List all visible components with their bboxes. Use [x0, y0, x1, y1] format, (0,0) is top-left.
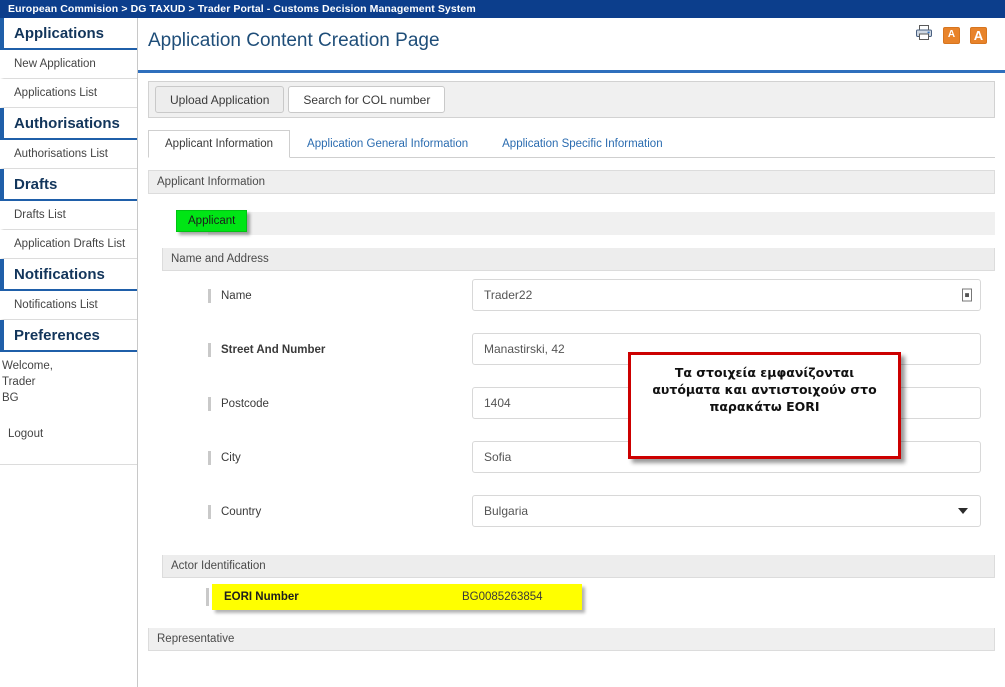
welcome-user-country: BG	[2, 392, 19, 404]
sidebar-item-authorisations-list[interactable]: Authorisations List	[0, 140, 137, 169]
tab-bar: Applicant Information Application Genera…	[148, 128, 995, 158]
eori-number-value: BG0085263854	[462, 591, 543, 603]
eori-tick-mark	[206, 588, 209, 606]
main-content: Application Content Creation Page A A Up…	[138, 18, 1005, 687]
input-postcode-value: 1404	[484, 396, 511, 410]
welcome-greeting: Welcome,	[2, 360, 53, 372]
sidebar-item-applications-list[interactable]: Applications List	[0, 79, 137, 108]
tab-application-specific-information[interactable]: Application Specific Information	[485, 130, 679, 158]
sidebar-divider	[0, 464, 137, 465]
input-city-value: Sofia	[484, 450, 512, 464]
input-name-value: Trader22	[484, 288, 533, 302]
sidebar-item-drafts-list[interactable]: Drafts List	[0, 201, 137, 230]
upload-application-button[interactable]: Upload Application	[155, 86, 285, 113]
sidebar-heading-drafts: Drafts	[0, 169, 137, 201]
font-increase-icon[interactable]: A	[970, 26, 987, 44]
field-label-country: Country	[208, 505, 261, 519]
chevron-down-icon[interactable]	[958, 508, 968, 514]
field-country: Country Bulgaria	[148, 487, 995, 541]
applicant-strip	[208, 212, 995, 235]
sidebar-heading-preferences: Preferences	[0, 320, 137, 352]
header-icon-group: A A	[915, 24, 987, 46]
form-panel: Applicant Information Applicant Name and…	[148, 170, 995, 651]
section-header-actor-identification: Actor Identification	[162, 555, 995, 578]
section-header-applicant-information: Applicant Information	[148, 170, 995, 194]
sidebar: Applications New Application Application…	[0, 18, 138, 687]
field-label-city: City	[208, 451, 241, 465]
section-header-representative: Representative	[148, 628, 995, 651]
input-name[interactable]: Trader22 ■	[472, 279, 981, 311]
field-label-postcode: Postcode	[208, 397, 269, 411]
applicant-badge: Applicant	[176, 210, 248, 232]
section-header-name-and-address: Name and Address	[162, 248, 995, 271]
print-icon[interactable]	[915, 24, 933, 46]
welcome-block: Welcome, Trader BG	[0, 352, 137, 406]
annotation-callout: Τα στοιχεία εμφανίζονται αυτόματα και αν…	[628, 352, 901, 459]
sidebar-heading-notifications: Notifications	[0, 259, 137, 291]
tab-applicant-information[interactable]: Applicant Information	[148, 130, 291, 158]
welcome-user-role: Trader	[2, 376, 36, 388]
tab-application-general-information[interactable]: Application General Information	[290, 130, 485, 158]
sidebar-heading-authorisations: Authorisations	[0, 108, 137, 140]
font-decrease-icon[interactable]: A	[943, 26, 960, 44]
sidebar-item-new-application[interactable]: New Application	[0, 50, 137, 79]
action-button-bar: Upload Application Search for COL number	[148, 81, 995, 118]
page-title: Application Content Creation Page	[148, 30, 440, 51]
sidebar-heading-applications: Applications	[0, 18, 137, 50]
field-name: Name Trader22 ■	[148, 271, 995, 325]
logout-link[interactable]: Logout	[0, 406, 137, 440]
identity-card-icon[interactable]: ■	[962, 288, 972, 302]
eori-highlight-box: EORI Number BG0085263854	[212, 584, 582, 610]
select-country[interactable]: Bulgaria	[472, 495, 981, 527]
field-eori-number: EORI Number BG0085263854	[148, 578, 995, 622]
search-col-number-button[interactable]: Search for COL number	[288, 86, 446, 113]
field-label-eori-number: EORI Number	[224, 591, 299, 603]
input-street-and-number-value: Manastirski, 42	[484, 342, 565, 356]
sidebar-item-notifications-list[interactable]: Notifications List	[0, 291, 137, 320]
select-country-value: Bulgaria	[484, 504, 529, 518]
field-label-street-and-number: Street And Number	[208, 343, 325, 357]
breadcrumb-bar: European Commision > DG TAXUD > Trader P…	[0, 0, 1005, 18]
breadcrumb: European Commision > DG TAXUD > Trader P…	[8, 3, 476, 15]
page-header: Application Content Creation Page A A	[138, 18, 1005, 73]
field-label-name: Name	[208, 289, 252, 303]
applicant-subsection-row: Applicant	[148, 206, 995, 248]
sidebar-item-application-drafts-list[interactable]: Application Drafts List	[0, 230, 137, 259]
